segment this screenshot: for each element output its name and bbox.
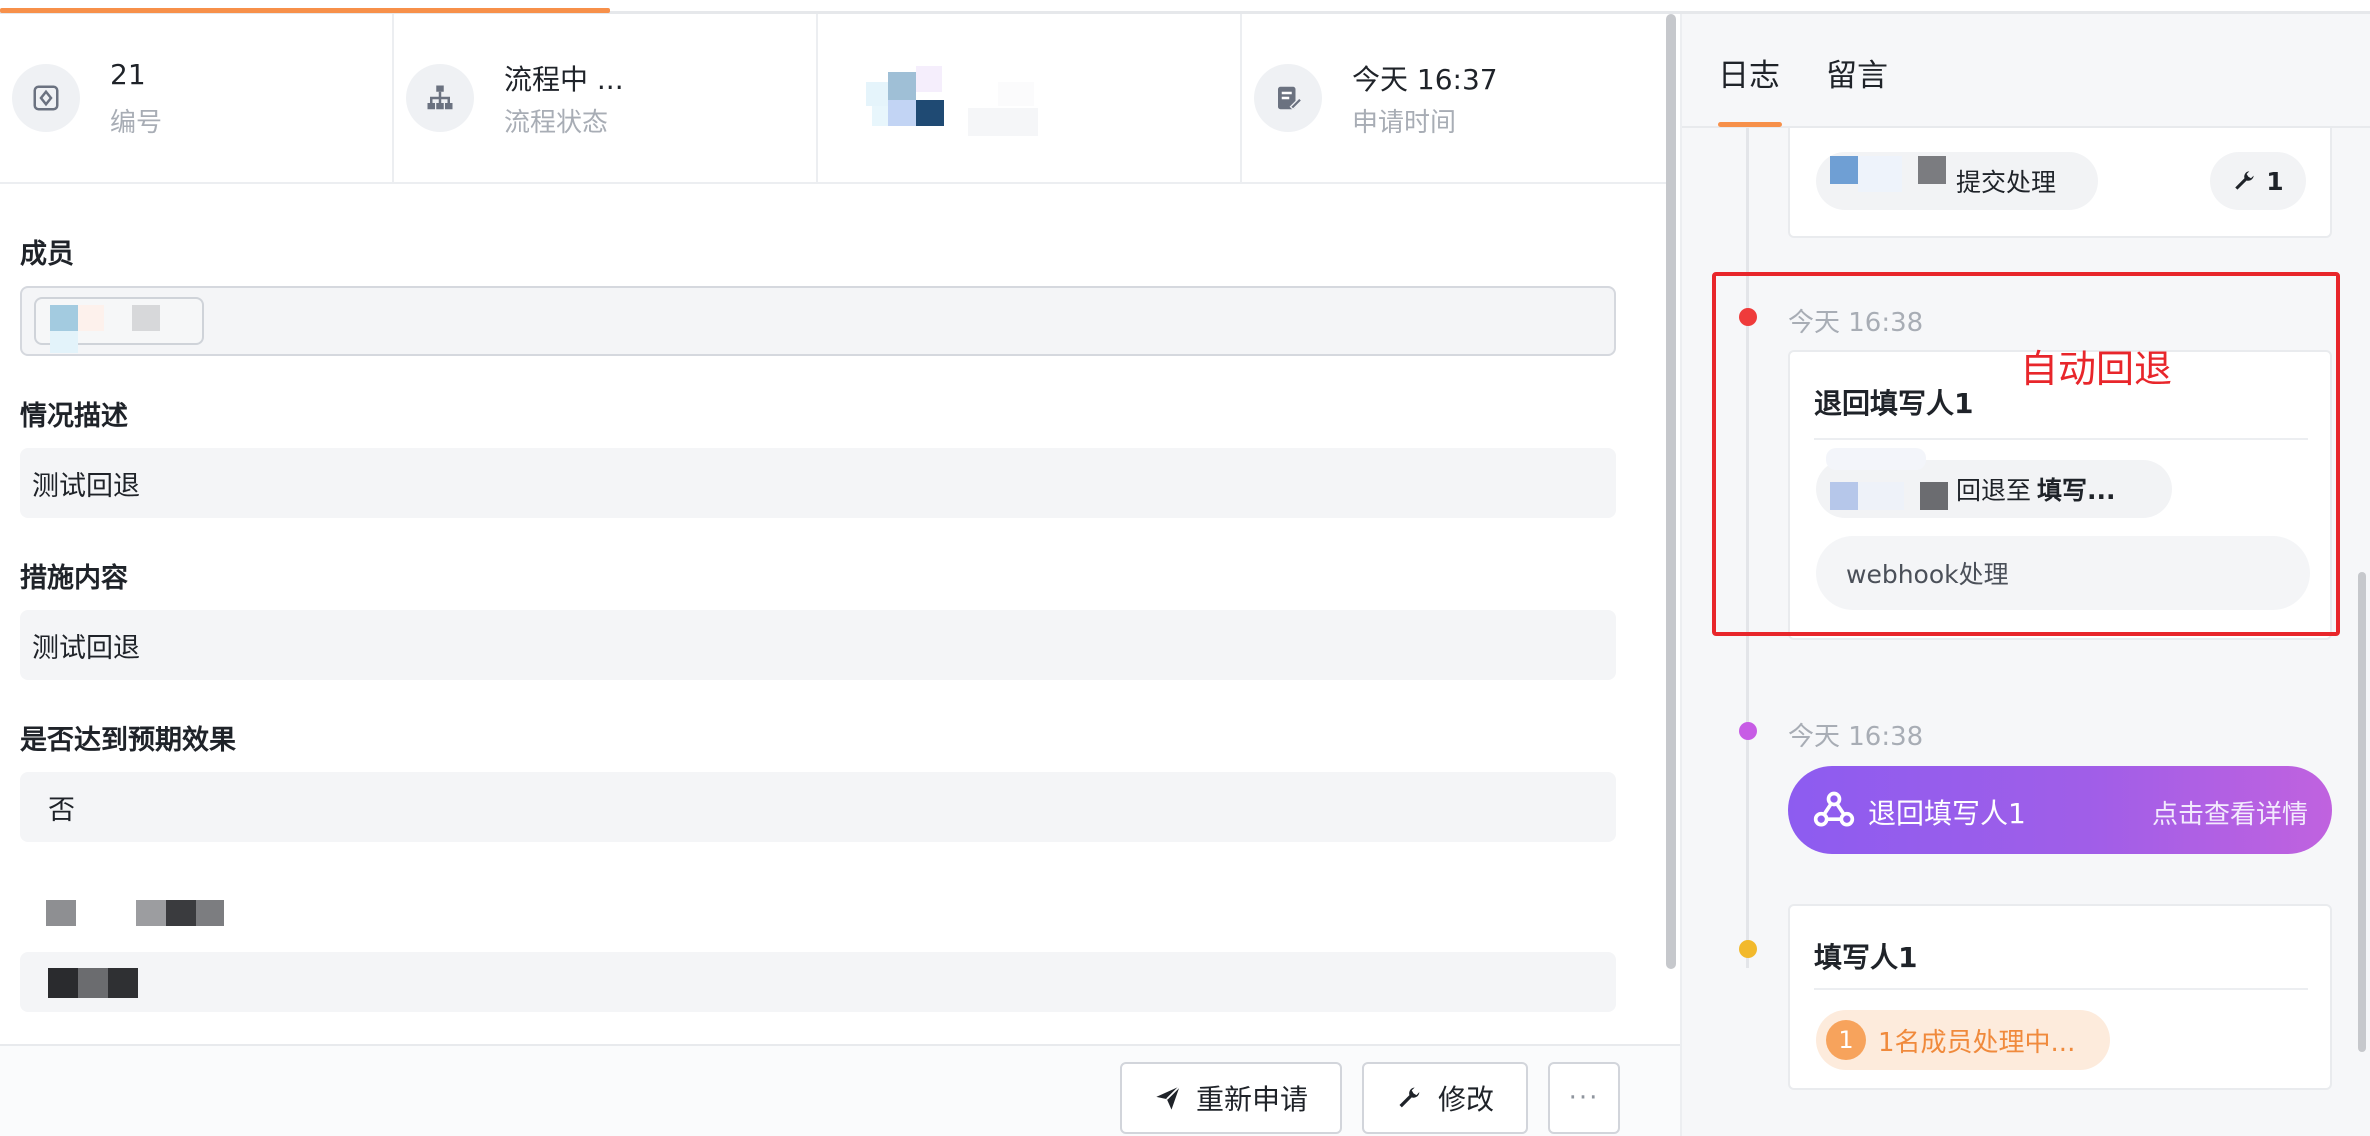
webhook-detail-link[interactable]: 点击查看详情 (2152, 794, 2308, 831)
description-value: 测试回退 (20, 448, 1616, 518)
left-scrollbar[interactable] (1666, 14, 1676, 969)
field-description: 情况描述 测试回退 (20, 394, 1616, 518)
info-time-value: 今天 16:37 (1352, 63, 1498, 96)
submit-count: 1 (2266, 166, 2284, 196)
app-root: 21 编号 流程中 ... 流程状态 今天 16:37 申请时间 成员 情况描述… (0, 0, 2370, 1136)
redacted-avatar (858, 62, 1058, 142)
log-card-filler: 填写人1 1 1名成员处理中... (1788, 904, 2332, 1090)
submit-action-pill: 提交处理 (1816, 152, 2098, 210)
expected-value: 否 (20, 772, 1616, 842)
flowchart-icon (406, 64, 474, 132)
reapply-button[interactable]: 重新申请 (1120, 1062, 1342, 1134)
field-redacted (20, 880, 1616, 1012)
document-edit-icon (1254, 64, 1322, 132)
filler-title: 填写人1 (1814, 941, 1918, 974)
annotation-label: 自动回退 (2020, 347, 2173, 391)
field-measures-label: 措施内容 (20, 563, 128, 594)
member-chip[interactable] (34, 297, 204, 353)
info-id-value: 21 (110, 58, 146, 91)
tab-messages[interactable]: 留言 (1826, 50, 1888, 95)
info-status-label: 流程状态 (504, 108, 609, 138)
top-progress-bar (0, 8, 610, 13)
modify-button[interactable]: 修改 (1362, 1062, 1528, 1134)
timeline-dot-webhook (1739, 722, 1757, 740)
tag-icon (12, 64, 80, 132)
info-time: 今天 16:37 申请时间 (1242, 14, 1666, 184)
wrench-icon (1399, 1087, 1420, 1108)
form-body: 成员 情况描述 测试回退 措施内容 测试回退 是否达到预期效果 否 (20, 232, 1616, 1028)
info-status: 流程中 ... 流程状态 (394, 14, 818, 184)
active-tab-indicator (1718, 122, 1782, 127)
field-description-label: 情况描述 (20, 401, 128, 432)
field-expected-label: 是否达到预期效果 (20, 725, 236, 756)
log-tabs: 日志 留言 (1682, 14, 2370, 128)
webhook-icon (1813, 791, 1855, 827)
filler-status-pill[interactable]: 1 1名成员处理中... (1816, 1010, 2110, 1070)
webhook-card[interactable]: 退回填写人1 点击查看详情 (1788, 766, 2332, 854)
log-card-submit: 提交处理 1 (1788, 128, 2332, 238)
wrench-icon (2235, 171, 2254, 190)
info-id: 21 编号 (0, 14, 394, 184)
filler-status-count: 1 (1826, 1020, 1866, 1060)
webhook-title: 退回填写人1 (1868, 797, 2026, 830)
info-status-value: 流程中 ... (504, 63, 624, 96)
webhook-time: 今天 16:38 (1788, 722, 1924, 752)
send-icon (1156, 1085, 1181, 1110)
field-measures: 措施内容 测试回退 (20, 556, 1616, 680)
modify-label: 修改 (1437, 1083, 1494, 1116)
more-button[interactable]: ··· (1548, 1062, 1620, 1134)
top-progress-track (0, 0, 2370, 14)
right-scrollbar[interactable] (2358, 572, 2366, 1052)
divider (1814, 988, 2308, 990)
timeline-dot-filler (1739, 940, 1757, 958)
members-input[interactable] (20, 286, 1616, 356)
submit-action-text: 提交处理 (1956, 168, 2057, 197)
info-id-label: 编号 (110, 108, 163, 138)
annotation-highlight-box (1712, 272, 2340, 636)
info-applicant (818, 14, 1242, 184)
tab-log[interactable]: 日志 (1718, 50, 1780, 95)
info-bar: 21 编号 流程中 ... 流程状态 今天 16:37 申请时间 (0, 14, 1666, 184)
measures-value: 测试回退 (20, 610, 1616, 680)
action-bar: 重新申请 修改 ··· (0, 1044, 1680, 1136)
info-time-label: 申请时间 (1352, 108, 1457, 138)
detail-panel: 21 编号 流程中 ... 流程状态 今天 16:37 申请时间 成员 情况描述… (0, 14, 1666, 1136)
reapply-label: 重新申请 (1195, 1083, 1308, 1116)
field-members-label: 成员 (20, 239, 74, 270)
field-expected: 是否达到预期效果 否 (20, 718, 1616, 842)
submit-count-pill: 1 (2210, 152, 2306, 210)
filler-status-text: 1名成员处理中... (1878, 1027, 2076, 1058)
field-members: 成员 (20, 232, 1616, 356)
